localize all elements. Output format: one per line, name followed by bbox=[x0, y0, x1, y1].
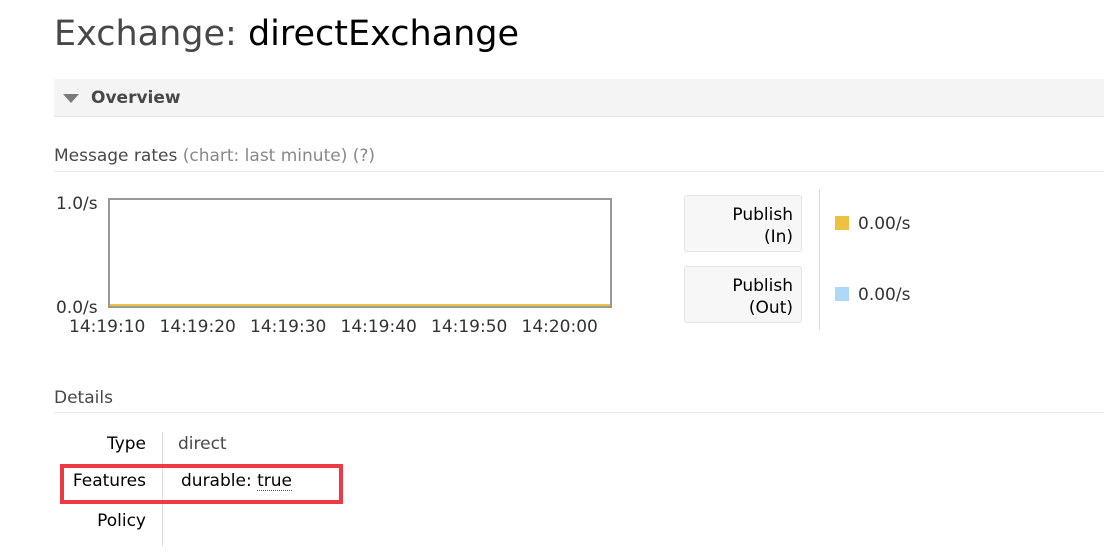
page-title-prefix: Exchange: bbox=[54, 14, 237, 54]
detail-row-policy: Policy bbox=[54, 506, 354, 536]
publish-out-rate: 0.00/s bbox=[858, 285, 911, 305]
legend-label-line2: (In) bbox=[763, 227, 793, 247]
detail-row-features: Features durable: true bbox=[54, 466, 354, 496]
y-tick-label: 0.0/s bbox=[56, 298, 98, 318]
legend-value-publish-out: 0.00/s bbox=[835, 284, 910, 306]
x-tick-label: 14:20:00 bbox=[522, 317, 598, 337]
legend-swatch-blue bbox=[835, 287, 849, 301]
help-link[interactable]: (?) bbox=[353, 146, 375, 166]
exchange-name: directExchange bbox=[247, 14, 520, 54]
legend-label-line1: Publish bbox=[732, 276, 793, 296]
detail-row-type: Type direct bbox=[54, 429, 354, 459]
message-rates-heading: Message rates (chart: last minute) (?) bbox=[54, 145, 375, 167]
y-tick-label: 1.0/s bbox=[56, 194, 98, 214]
legend-separator bbox=[819, 189, 820, 330]
overview-label: Overview bbox=[91, 88, 181, 108]
rates-chart-svg: 1.0/s 0.0/s14:19:10 14:19:20 14:19:30 14:19:… bbox=[56, 194, 612, 337]
message-rates-chart: 1.0/s 0.0/s 14:19:10 14:19:20 14:19:30 14:19:… bbox=[54, 190, 624, 340]
detail-label-features: Features bbox=[72, 471, 146, 491]
detail-label-policy: Policy bbox=[97, 511, 146, 531]
details-divider bbox=[54, 412, 1104, 413]
publish-in-rate: 0.00/s bbox=[858, 214, 911, 234]
x-tick-label: 14:19:40 bbox=[341, 317, 417, 337]
rates-legend: Publish (In) 0.00/s Publish (Out) 0.00/s bbox=[684, 189, 1104, 335]
message-rates-divider bbox=[54, 171, 1104, 172]
legend-label-line1: Publish bbox=[732, 205, 793, 225]
legend-swatch-yellow bbox=[835, 216, 849, 230]
legend-label-line2: (Out) bbox=[748, 298, 793, 318]
x-tick-label: 14:19:20 bbox=[160, 317, 236, 337]
collapse-triangle-icon bbox=[63, 94, 79, 103]
feature-value-durable[interactable]: true bbox=[257, 472, 292, 491]
x-tick-label: 14:19:30 bbox=[250, 317, 326, 337]
details-heading: Details bbox=[54, 388, 113, 408]
feature-key-durable: durable: bbox=[181, 471, 252, 491]
page-title: Exchange: directExchange bbox=[54, 10, 519, 58]
overview-section-toggle[interactable]: Overview bbox=[54, 79, 1104, 117]
detail-value-features: durable: true bbox=[181, 466, 292, 496]
detail-value-type: direct bbox=[178, 434, 227, 454]
legend-toggle-publish-out[interactable]: Publish (Out) bbox=[684, 266, 802, 323]
x-tick-label: 14:19:10 bbox=[69, 317, 145, 337]
chart-note: (chart: last minute) bbox=[182, 146, 348, 166]
chart-plot-area bbox=[109, 199, 611, 307]
legend-value-publish-in: 0.00/s bbox=[835, 213, 910, 235]
message-rates-label: Message rates bbox=[54, 146, 178, 166]
detail-label-type: Type bbox=[106, 434, 146, 454]
x-tick-label: 14:19:50 bbox=[431, 317, 507, 337]
legend-toggle-publish-in[interactable]: Publish (In) bbox=[684, 195, 802, 252]
